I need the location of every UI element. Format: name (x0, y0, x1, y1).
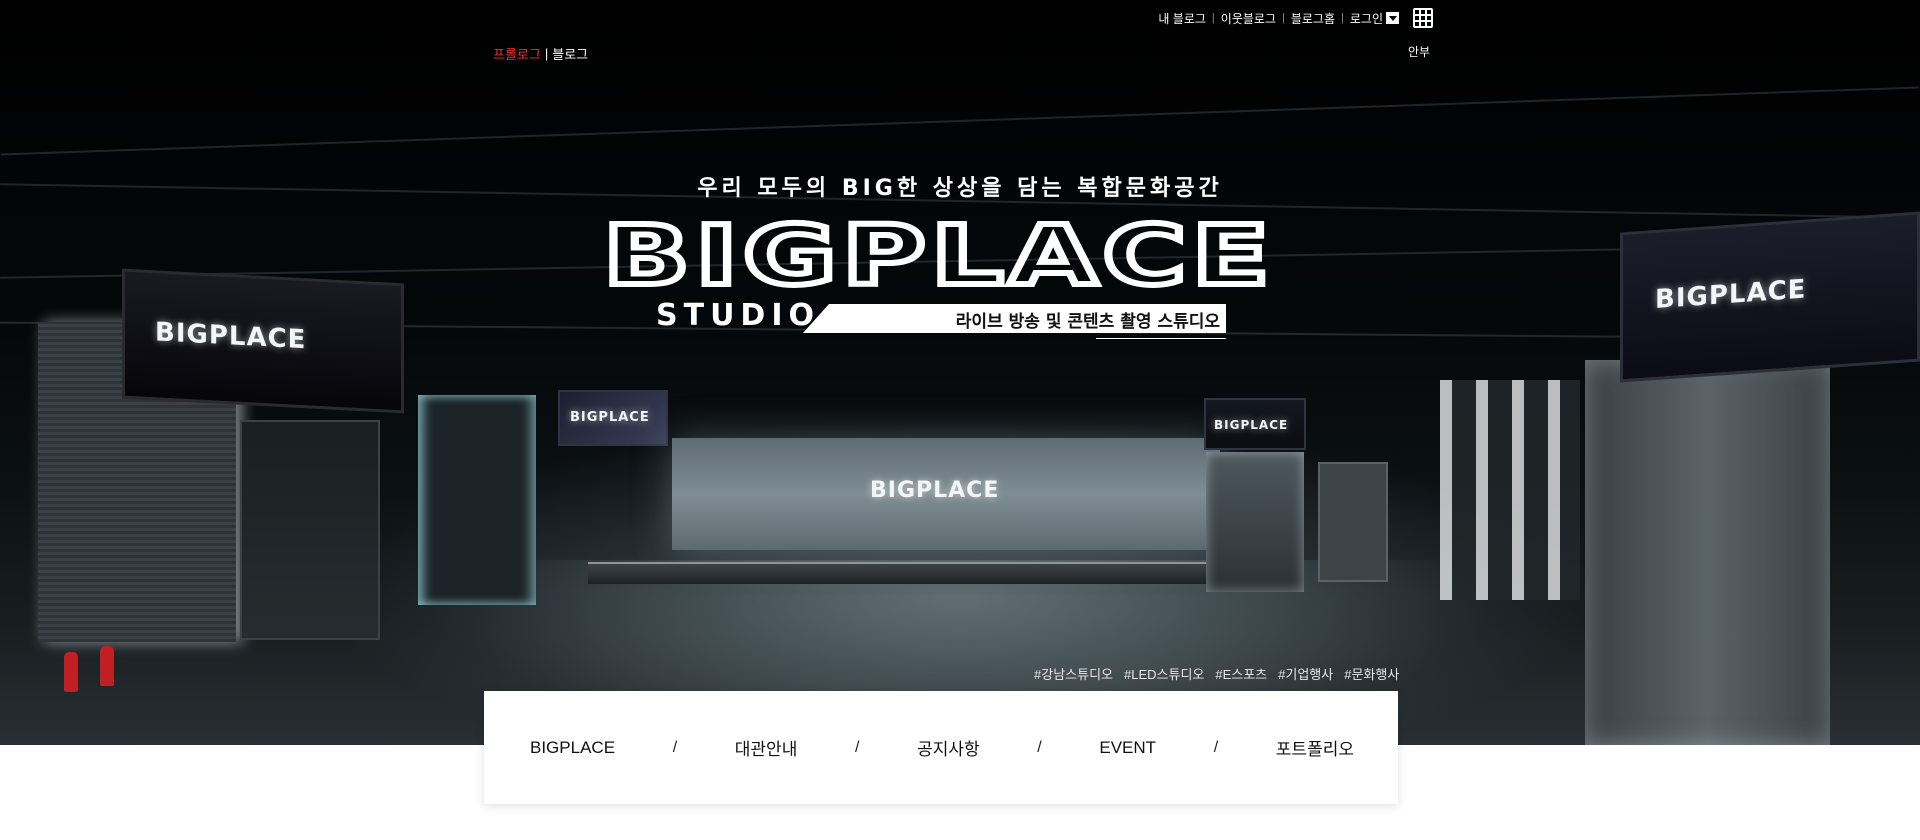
brand-logo: BIGPLACE (600, 208, 1275, 298)
hashtag[interactable]: #문화행사 (1344, 664, 1399, 683)
menu-item-bigplace[interactable]: BIGPLACE (530, 738, 615, 758)
prologue-link[interactable]: 프롤로그 (493, 44, 541, 63)
menu-item-event[interactable]: EVENT (1099, 738, 1156, 758)
hashtag[interactable]: #LED스튜디오 (1124, 664, 1204, 683)
hashtag-list: #강남스튜디오 #LED스튜디오 #E스포츠 #기업행사 #문화행사 (1034, 664, 1399, 683)
led-wall: BIGPLACE (672, 438, 1220, 550)
main-menu: BIGPLACE / 대관안내 / 공지사항 / EVENT / 포트폴리오 (484, 691, 1398, 804)
hero-banner: BIGPLACE BIGPLACE BIGPLACE BIGPLACE BIGP… (0, 0, 1920, 745)
guestbook-link[interactable]: 안부 (1408, 43, 1430, 60)
login-menu[interactable]: 로그인 (1344, 10, 1405, 27)
blog-link[interactable]: 블로그 (552, 44, 588, 63)
brand-logo-text: BIGPLACE (603, 209, 1275, 298)
left-door (240, 420, 380, 640)
global-nav: 내 블로그 | 이웃블로그 | 블로그홈 | 로그인 (1152, 8, 1433, 28)
blog-menu: 프롤로그 | 블로그 (493, 44, 588, 63)
studio-label: STUDIO (656, 298, 820, 333)
menu-separator: / (672, 738, 678, 756)
mid-right-screen: BIGPLACE (1204, 398, 1306, 450)
subtitle-underline (1096, 338, 1226, 339)
caret-down-icon (1386, 12, 1399, 24)
hero-tagline: 우리 모두의 BIG한 상상을 담는 복합문화공간 (697, 176, 1223, 201)
mid-left-screen: BIGPLACE (558, 390, 668, 446)
left-pillar (418, 395, 536, 605)
fire-extinguisher-icon (100, 646, 114, 686)
hashtag[interactable]: #E스포츠 (1215, 664, 1267, 683)
screen-logo: BIGPLACE (1655, 274, 1807, 316)
ceiling-truss (0, 86, 1920, 156)
screen-logo: BIGPLACE (155, 317, 307, 356)
fire-extinguisher-icon (64, 652, 78, 692)
screen-logo: BIGPLACE (870, 478, 1000, 503)
menu-item-portfolio[interactable]: 포트폴리오 (1276, 735, 1354, 760)
login-label: 로그인 (1349, 11, 1383, 26)
menu-item-rental-guide[interactable]: 대관안내 (735, 735, 798, 760)
apps-grid-icon[interactable] (1413, 8, 1433, 28)
right-screen: BIGPLACE (1620, 211, 1920, 383)
subtitle-band: 라이브 방송 및 콘텐츠 촬영 스튜디오 (803, 304, 1226, 333)
menu-separator: / (1037, 738, 1042, 756)
mid-right-pillar (1206, 452, 1304, 592)
right-light-wall (1440, 380, 1580, 600)
screen-logo: BIGPLACE (1214, 418, 1289, 432)
menu-separator: / (1213, 738, 1219, 756)
screen-logo: BIGPLACE (570, 410, 650, 425)
blog-home-link[interactable]: 블로그홈 (1285, 10, 1341, 27)
right-pillar (1585, 360, 1830, 745)
neighbor-blog-link[interactable]: 이웃블로그 (1215, 10, 1282, 27)
right-booth (1318, 462, 1388, 582)
menu-divider: | (544, 46, 549, 61)
my-blog-link[interactable]: 내 블로그 (1152, 10, 1212, 27)
left-screen: BIGPLACE (122, 268, 404, 414)
hero-subtitle: 라이브 방송 및 콘텐츠 촬영 스튜디오 (955, 312, 1220, 332)
stage-platform (588, 562, 1248, 584)
hashtag[interactable]: #강남스튜디오 (1034, 664, 1113, 683)
menu-item-notice[interactable]: 공지사항 (917, 735, 980, 760)
menu-separator: / (854, 738, 860, 756)
hashtag[interactable]: #기업행사 (1278, 664, 1333, 683)
